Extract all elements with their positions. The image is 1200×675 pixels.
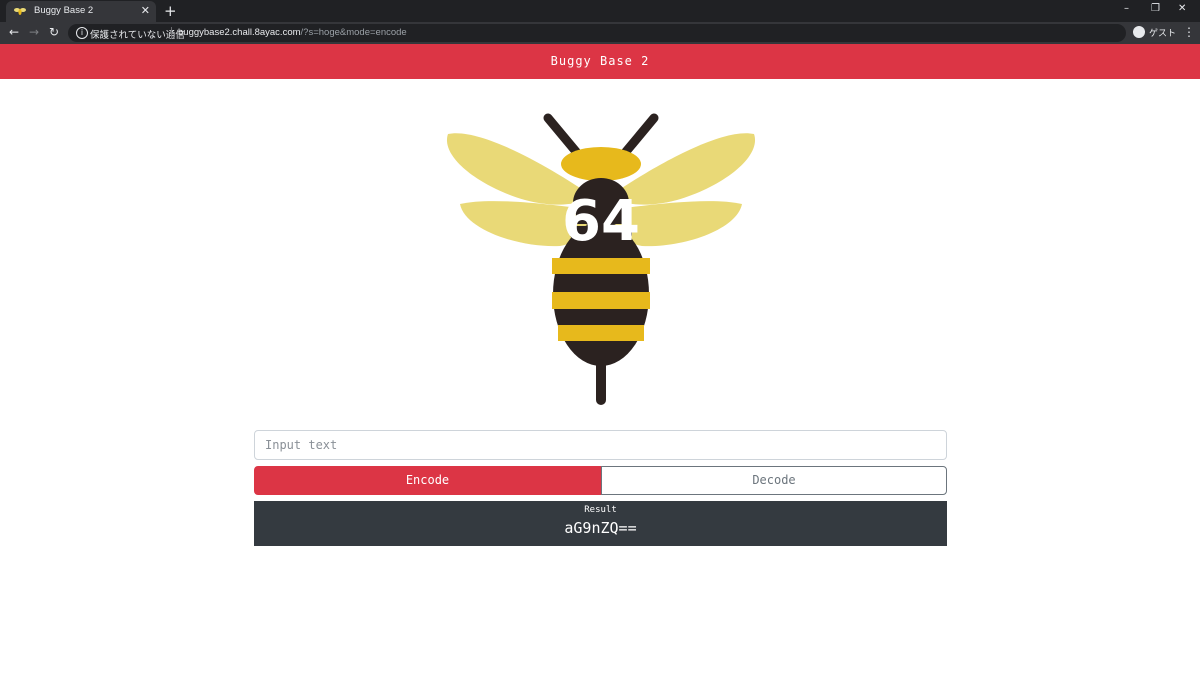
url-path: /?s=hoge&mode=encode — [300, 27, 407, 38]
bee-logo-text: 64 — [562, 189, 640, 254]
site-navbar: Buggy Base 2 — [0, 44, 1200, 79]
tab-close-icon[interactable]: ✕ — [141, 4, 150, 17]
input-text-field[interactable] — [254, 430, 947, 460]
profile-icon — [1133, 26, 1145, 38]
back-icon[interactable]: ← — [9, 25, 19, 39]
address-separator — [171, 27, 172, 39]
url-text[interactable]: buggybase2.chall.8ayac.com/?s=hoge&mode=… — [178, 27, 407, 38]
restore-icon[interactable]: ❐ — [1151, 3, 1160, 14]
minimize-icon[interactable]: – — [1124, 3, 1129, 14]
result-label: Result — [584, 505, 617, 515]
browser-tabstrip: Buggy Base 2 ✕ + – ❐ ✕ — [0, 0, 1200, 22]
site-title[interactable]: Buggy Base 2 — [0, 54, 1200, 68]
bee-favicon-icon — [14, 8, 26, 15]
menu-icon[interactable]: ⋮ — [1183, 25, 1195, 39]
address-bar[interactable]: i 保護されていない通信 buggybase2.chall.8ayac.com/… — [68, 24, 1126, 42]
decode-button[interactable]: Decode — [601, 466, 947, 495]
reload-icon[interactable]: ↻ — [49, 25, 59, 39]
tab-title: Buggy Base 2 — [34, 5, 94, 16]
mode-button-group: Encode Decode — [254, 466, 947, 495]
profile-label: ゲスト — [1149, 29, 1177, 39]
window-close-icon[interactable]: ✕ — [1178, 3, 1186, 14]
url-host: buggybase2.chall.8ayac.com — [178, 27, 301, 38]
encode-button[interactable]: Encode — [254, 466, 601, 495]
result-value: aG9nZQ== — [564, 519, 637, 537]
browser-toolbar: ← → ↻ i 保護されていない通信 buggybase2.chall.8aya… — [0, 22, 1200, 44]
browser-tab[interactable]: Buggy Base 2 ✕ — [6, 1, 156, 22]
forward-icon[interactable]: → — [29, 25, 39, 39]
bee-logo: 64 — [446, 113, 756, 405]
info-icon[interactable]: i — [76, 27, 88, 39]
result-panel: Result aG9nZQ== — [254, 501, 947, 546]
new-tab-button[interactable]: + — [164, 2, 177, 20]
